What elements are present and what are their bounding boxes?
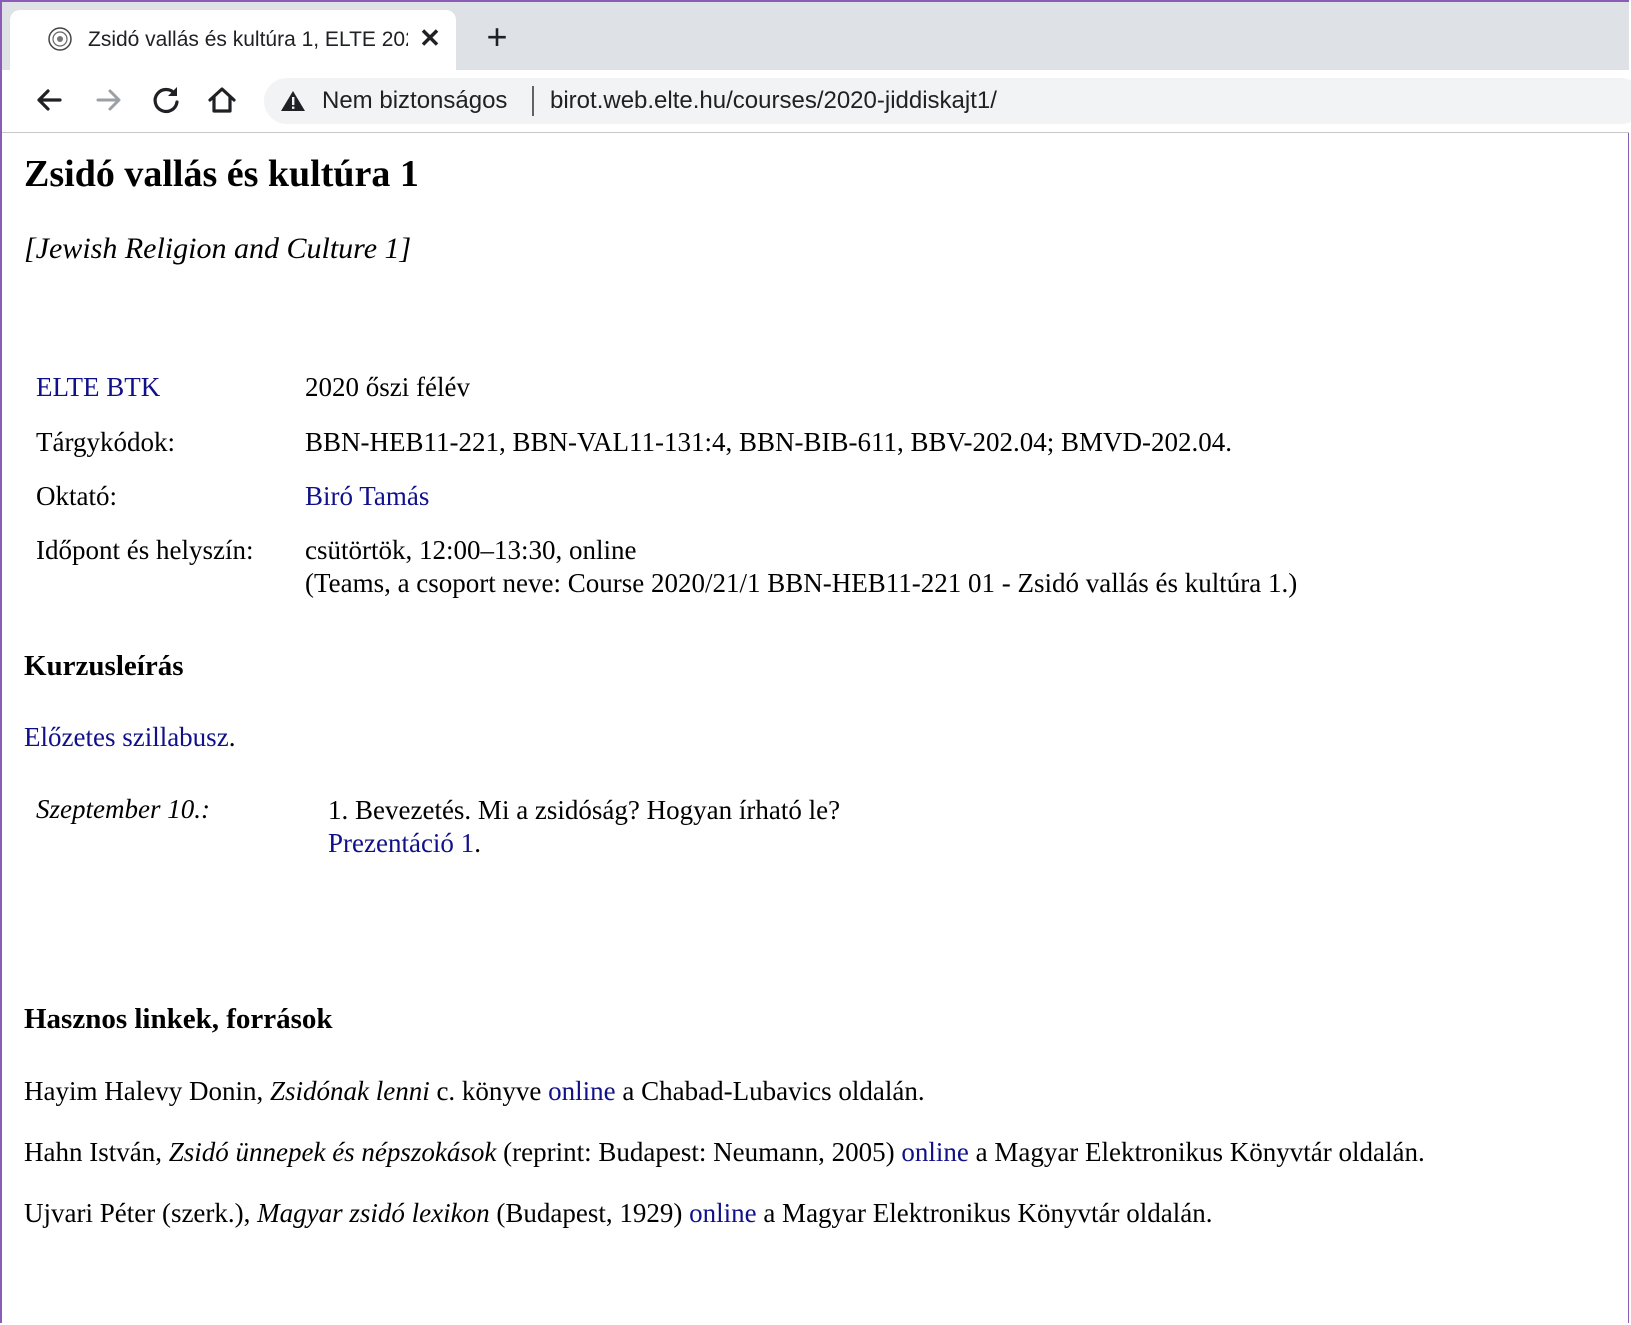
schedule-entry: 1. Bevezetés. Mi a zsidóság? Hogyan írha… [328, 794, 840, 860]
schedule-date: Szeptember 10.: [36, 794, 210, 824]
time-value-line2: (Teams, a csoport neve: Course 2020/21/1… [305, 568, 1298, 598]
resource-title: Zsidónak lenni [269, 1076, 430, 1106]
back-arrow-icon[interactable] [30, 80, 70, 120]
tab-close-icon[interactable]: ✕ [415, 23, 445, 53]
home-icon[interactable] [202, 80, 242, 120]
schedule-presentation: Prezentáció 1. [328, 827, 840, 860]
resource-author: Hayim Halevy Donin, [24, 1076, 270, 1106]
presentation-period: . [474, 828, 481, 858]
reload-icon[interactable] [146, 80, 186, 120]
semester-value: 2020 őszi félév [305, 372, 470, 402]
resource-source: a Magyar Elektronikus Könyvtár oldalán. [756, 1198, 1213, 1228]
resource-source: a Magyar Elektronikus Könyvtár oldalán. [968, 1137, 1425, 1167]
resource-source: a Chabad-Lubavics oldalán. [615, 1076, 925, 1106]
time-value-line1: csütörtök, 12:00–13:30, online [305, 535, 637, 565]
schedule-topic: 1. Bevezetés. Mi a zsidóság? Hogyan írha… [328, 795, 841, 825]
resource-detail: c. könyve [429, 1076, 549, 1106]
teacher-link[interactable]: Biró Tamás [305, 481, 429, 512]
warning-icon[interactable] [280, 89, 306, 113]
resource-online-link[interactable]: online [689, 1198, 757, 1228]
address-separator [532, 86, 534, 116]
resource-detail: (reprint: Budapest: Neumann, 2005) [496, 1137, 902, 1167]
page-subtitle: [Jewish Religion and Culture 1] [24, 232, 412, 265]
elte-seal-icon [48, 27, 72, 51]
codes-label: Tárgykódok: [36, 427, 175, 457]
syllabus-period: . [228, 722, 236, 752]
syllabus-link[interactable]: Előzetes szillabusz [24, 722, 229, 752]
resource-author: Hahn István, [24, 1137, 169, 1167]
page-title: Zsidó vallás és kultúra 1 [24, 153, 419, 195]
browser-toolbar: Nem biztonságos birot.web.elte.hu/course… [2, 70, 1631, 133]
resource-item: Hayim Halevy Donin, Zsidónak lenni c. kö… [24, 1076, 925, 1107]
teacher-label: Oktató: [36, 481, 117, 511]
codes-value: BBN-HEB11-221, BBN-VAL11-131:4, BBN-BIB-… [305, 427, 1233, 457]
useful-links-heading: Hasznos linkek, források [24, 1003, 333, 1035]
resource-online-link[interactable]: online [548, 1076, 616, 1106]
resource-author: Ujvari Péter (szerk.), [24, 1198, 258, 1228]
url-text[interactable]: birot.web.elte.hu/courses/2020-jiddiskaj… [550, 87, 997, 115]
resource-item: Ujvari Péter (szerk.), Magyar zsidó lexi… [24, 1198, 1212, 1229]
course-description-heading: Kurzusleírás [24, 650, 184, 682]
syllabus-paragraph: Előzetes szillabusz. [24, 722, 235, 753]
resource-title: Zsidó ünnepek és népszokások [168, 1137, 497, 1167]
resource-title: Magyar zsidó lexikon [257, 1198, 490, 1228]
forward-arrow-icon[interactable] [88, 80, 128, 120]
time-label: Időpont és helyszín: [36, 535, 254, 565]
window-frame [0, 0, 1629, 1323]
resource-detail: (Budapest, 1929) [489, 1198, 690, 1228]
tab-title: Zsidó vallás és kultúra 1, ELTE 2020 [88, 28, 408, 51]
institution-link[interactable]: ELTE BTK [36, 372, 160, 403]
presentation-link[interactable]: Prezentáció 1 [328, 828, 474, 858]
browser-tab[interactable]: Zsidó vallás és kultúra 1, ELTE 2020 ✕ [10, 10, 456, 72]
tab-strip: Zsidó vallás és kultúra 1, ELTE 2020 ✕ + [2, 2, 1629, 72]
new-tab-button[interactable]: + [480, 19, 514, 56]
security-label[interactable]: Nem biztonságos [322, 87, 507, 115]
resource-item: Hahn István, Zsidó ünnepek és népszokáso… [24, 1137, 1425, 1168]
resource-online-link[interactable]: online [901, 1137, 969, 1167]
address-bar[interactable]: Nem biztonságos birot.web.elte.hu/course… [264, 78, 1631, 124]
